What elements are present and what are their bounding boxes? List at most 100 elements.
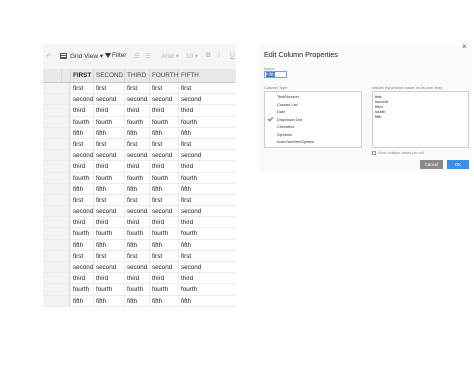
table-row[interactable]: first first first first first [43, 83, 236, 95]
grid-cell[interactable]: third [70, 105, 93, 116]
grid-cell[interactable]: third [178, 161, 236, 172]
grid-cell[interactable]: third [149, 217, 178, 228]
cancel-button[interactable]: Cancel [420, 160, 443, 169]
grid-cell[interactable]: fourth [149, 116, 178, 127]
grid-cell[interactable]: second [93, 150, 124, 161]
row-number-cell[interactable] [43, 127, 70, 138]
grid-cell[interactable]: first [178, 83, 236, 94]
row-number-cell[interactable] [43, 262, 70, 273]
grid-cell[interactable]: second [93, 262, 124, 273]
select-all-cell[interactable] [43, 69, 61, 82]
grid-cell[interactable]: first [70, 83, 93, 94]
row-number-cell[interactable] [43, 105, 70, 116]
row-number-cell[interactable] [43, 239, 70, 250]
grid-cell[interactable]: first [70, 194, 93, 206]
table-row[interactable]: fourth fourth fourth fourth fourth [43, 284, 236, 296]
grid-cell[interactable]: fourth [124, 172, 149, 183]
grid-cell[interactable]: third [149, 273, 178, 284]
outdent-icon[interactable]: ☰ [145, 52, 151, 60]
column-type-option[interactable]: Symbols [277, 132, 292, 137]
grid-cell[interactable]: fourth [149, 228, 178, 239]
grid-cell[interactable]: second [93, 206, 124, 217]
row-number-cell[interactable] [43, 116, 70, 127]
grid-cell[interactable]: fifth [149, 127, 178, 138]
grid-cell[interactable]: first [178, 194, 236, 206]
grid-cell[interactable]: fourth [178, 116, 236, 127]
table-row[interactable]: first first first first first [43, 194, 236, 207]
grid-cell[interactable]: fifth [149, 295, 178, 306]
row-number-cell[interactable] [43, 206, 70, 217]
grid-cell[interactable]: first [149, 83, 178, 94]
row-number-cell[interactable] [43, 284, 70, 295]
grid-cell[interactable]: second [149, 150, 178, 161]
row-number-cell[interactable] [43, 228, 70, 239]
table-row[interactable]: fifth fifth fifth fifth fifth [43, 127, 236, 139]
grid-cell[interactable]: first [124, 250, 149, 261]
multiple-values-checkbox[interactable] [372, 151, 376, 155]
grid-cell[interactable]: first [149, 138, 178, 150]
grid-cell[interactable]: fourth [93, 172, 124, 183]
grid-cell[interactable]: fifth [178, 127, 236, 138]
column-header[interactable]: FIFTH [178, 69, 236, 82]
row-number-cell[interactable] [43, 138, 70, 150]
grid-cell[interactable]: fourth [124, 116, 149, 127]
grid-cell[interactable]: second [93, 94, 124, 105]
table-row[interactable]: third third third third third [43, 217, 236, 229]
grid-cell[interactable]: second [149, 94, 178, 105]
grid-cell[interactable]: fourth [124, 284, 149, 295]
column-type-option[interactable]: Text/Number [277, 94, 299, 99]
row-number-cell[interactable] [43, 194, 70, 206]
grid-cell[interactable]: fifth [149, 183, 178, 194]
grid-cell[interactable]: first [93, 83, 124, 94]
grid-cell[interactable]: fifth [70, 295, 93, 306]
table-row[interactable]: fourth fourth fourth fourth fourth [43, 228, 236, 240]
grid-cell[interactable]: fifth [124, 295, 149, 306]
grid-cell[interactable]: first [149, 250, 178, 261]
table-row[interactable]: second second second second second [43, 262, 236, 274]
grid-cell[interactable]: second [70, 262, 93, 273]
row-number-cell[interactable] [43, 83, 70, 94]
grid-cell[interactable]: fifth [93, 295, 124, 306]
grid-cell[interactable]: first [178, 250, 236, 261]
table-row[interactable]: third third third third third [43, 273, 236, 285]
grid-cell[interactable]: second [124, 150, 149, 161]
table-row[interactable]: first first first first first [43, 250, 236, 262]
grid-cell[interactable]: third [124, 105, 149, 116]
grid-cell[interactable]: second [178, 206, 236, 217]
grid-cell[interactable]: fifth [178, 239, 236, 250]
grid-cell[interactable]: fifth [124, 239, 149, 250]
grid-cell[interactable]: third [124, 217, 149, 228]
grid-cell[interactable]: third [178, 273, 236, 284]
column-type-option[interactable]: Dropdown List [277, 117, 302, 122]
grid-cell[interactable]: first [93, 194, 124, 206]
grid-cell[interactable]: fourth [149, 284, 178, 295]
grid-cell[interactable]: third [178, 105, 236, 116]
grid-cell[interactable]: third [70, 161, 93, 172]
grid-cell[interactable]: second [124, 94, 149, 105]
table-row[interactable]: fifth fifth fifth fifth fifth [43, 295, 236, 307]
grid-cell[interactable]: fourth [178, 284, 236, 295]
grid-cell[interactable]: first [70, 138, 93, 150]
row-number-cell[interactable] [43, 94, 70, 105]
grid-cell[interactable]: fifth [70, 127, 93, 138]
undo-icon[interactable]: ↶ [46, 52, 51, 60]
grid-cell[interactable]: fifth [93, 127, 124, 138]
bold-button[interactable]: B [206, 52, 211, 59]
grid-cell[interactable]: first [124, 138, 149, 150]
underline-button[interactable]: U [230, 52, 235, 59]
grid-cell[interactable]: fifth [124, 183, 149, 194]
filter-button[interactable]: Filter [112, 52, 126, 59]
grid-cell[interactable]: fifth [178, 295, 236, 306]
grid-cell[interactable]: second [70, 206, 93, 217]
row-number-cell[interactable] [43, 161, 70, 172]
grid-cell[interactable]: second [178, 150, 236, 161]
grid-cell[interactable]: fourth [93, 284, 124, 295]
grid-cell[interactable]: fifth [93, 239, 124, 250]
grid-cell[interactable]: second [178, 262, 236, 273]
grid-cell[interactable]: fourth [124, 228, 149, 239]
grid-cell[interactable]: first [124, 194, 149, 206]
grid-cell[interactable]: fifth [149, 239, 178, 250]
column-header[interactable]: FIRST [70, 69, 93, 82]
grid-cell[interactable]: second [70, 94, 93, 105]
values-textarea[interactable]: first second third fourth fifth [372, 91, 469, 148]
